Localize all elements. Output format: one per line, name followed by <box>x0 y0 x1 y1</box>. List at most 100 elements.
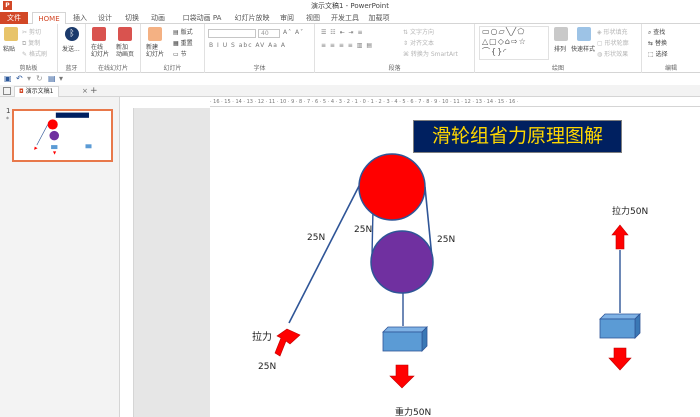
font-format-icons[interactable]: B I U S abc AV Aa A <box>209 42 286 49</box>
quick-styles-icon[interactable] <box>577 27 591 41</box>
slide-thumbnail[interactable] <box>12 109 113 162</box>
close-tab-icon[interactable]: × <box>82 85 88 97</box>
align-text-label: 对齐文本 <box>409 40 434 47</box>
layout-label: 版式 <box>180 29 193 36</box>
cut-icon: ✂ <box>22 29 28 36</box>
font-size-grow-shrink-icon[interactable]: A˄ A˅ <box>283 29 304 36</box>
paste-icon[interactable] <box>4 27 18 41</box>
tab-animations[interactable]: 动画 <box>148 12 168 24</box>
text-direction-button[interactable]: ⇅ 文字方向 <box>403 27 434 36</box>
customize-qat-icon[interactable]: ▾ <box>59 74 63 84</box>
find-label: 查找 <box>653 29 666 36</box>
replace-label: 替换 <box>654 40 667 47</box>
shape-effects-button[interactable]: ◍ 形状效果 <box>597 49 628 58</box>
redo-icon[interactable]: ↻ <box>36 74 43 84</box>
replace-button[interactable]: ⇆ 替换 <box>648 38 667 47</box>
section-label: 节 <box>180 51 187 58</box>
shape-outline-label: 形状轮廓 <box>604 40 629 47</box>
copy-label: 复制 <box>28 40 41 47</box>
paste-button[interactable]: 粘贴 <box>3 44 15 53</box>
font-group: 40 A˄ A˅ B I U S abc AV Aa A 字体 <box>205 24 315 73</box>
horizontal-ruler: · 16 · 15 · 14 · 13 · 12 · 11 · 10 · 9 ·… <box>210 97 700 107</box>
tab-review[interactable]: 审阅 <box>277 12 297 24</box>
powerpoint-window: P 演示文稿1 - PowerPoint 文件 HOME 插入 设计 切换 动画… <box>0 0 700 417</box>
online-slides-group-label: 在线幻灯片 <box>97 65 128 72</box>
editing-group: ⌕ 查找 ⇆ 替换 ⬚ 选择 编辑 <box>642 24 700 73</box>
slide-title[interactable]: 滑轮组省力原理图解 <box>413 120 622 153</box>
vertical-ruler <box>125 108 134 417</box>
cut-button[interactable]: ✂ 剪切 <box>22 27 41 36</box>
new-slide-button[interactable]: 新建 幻灯片 <box>146 44 164 58</box>
select-label: 选择 <box>655 51 668 58</box>
reset-label: 重置 <box>180 40 193 47</box>
replace-icon: ⇆ <box>648 40 654 47</box>
bluetooth-send-button[interactable]: 发送... <box>62 44 80 53</box>
font-group-label: 字体 <box>253 65 266 72</box>
pull-label[interactable]: 拉力 <box>252 328 272 343</box>
format-painter-label: 格式刷 <box>28 51 47 58</box>
ribbon-tabs: 文件 HOME 插入 设计 切换 动画 口袋动画 PA 幻灯片放映 审阅 视图 … <box>0 12 700 25</box>
alignment-icons[interactable]: ≡ ≡ ≡ ≡ ▥ ▤ <box>321 42 373 49</box>
section-button[interactable]: ▭ 节 <box>173 49 187 58</box>
shape-fill-button[interactable]: ◈ 形状填充 <box>597 27 628 36</box>
select-button[interactable]: ⬚ 选择 <box>648 49 668 58</box>
gravity-label[interactable]: 重力50N <box>395 405 431 417</box>
animation-page-icon[interactable] <box>118 27 132 41</box>
rope-middle-force-label[interactable]: 25N <box>354 225 372 235</box>
slide-canvas[interactable]: 滑轮组省力原理图解 25N 25N 25N 拉力 25N 重力50N 拉力50N <box>210 108 700 417</box>
tab-developer[interactable]: 开发工具 <box>329 12 361 24</box>
shape-effects-label: 形状效果 <box>604 51 629 58</box>
online-slides-icon[interactable] <box>92 27 106 41</box>
align-text-button[interactable]: ⇕ 对齐文本 <box>403 38 434 47</box>
quick-styles-button[interactable]: 快速样式 <box>571 44 595 53</box>
tab-pocket-animation[interactable]: 口袋动画 PA <box>176 12 228 24</box>
animation-page-button[interactable]: 新加 动画页 <box>116 44 134 58</box>
copy-button[interactable]: ⧉ 复制 <box>22 38 40 48</box>
section-icon: ▭ <box>173 51 179 58</box>
tab-view[interactable]: 视图 <box>303 12 323 24</box>
online-slides-button[interactable]: 在线 幻灯片 <box>91 44 109 58</box>
arrange-icon[interactable] <box>554 27 568 41</box>
pull-50-label[interactable]: 拉力50N <box>612 204 648 217</box>
quick-access-toolbar: ▣ ↶ ▾ ↻ ▤ ▾ <box>0 73 700 85</box>
rope-left <box>288 185 360 324</box>
bluetooth-icon[interactable]: ᛒ <box>65 27 79 41</box>
tab-addins[interactable]: 加载项 <box>366 12 392 24</box>
convert-smartart-button[interactable]: ⌘ 转换为 SmartArt <box>403 49 458 58</box>
layout-button[interactable]: ▤ 版式 <box>173 27 193 36</box>
tab-file[interactable]: 文件 <box>0 12 28 24</box>
document-tab-bar: ◘ 演示文稿1 × + <box>0 85 700 97</box>
reset-button[interactable]: ▦ 重置 <box>173 38 193 47</box>
font-size-combo[interactable]: 40 <box>258 29 280 38</box>
list-indent-icons[interactable]: ☰ ☷ ⇤ ⇥ ≡ <box>321 29 363 36</box>
new-tab-icon[interactable]: + <box>90 85 98 97</box>
format-painter-button[interactable]: ✎ 格式刷 <box>22 49 47 58</box>
start-slideshow-icon[interactable]: ▤ <box>48 74 56 84</box>
pull-arrow-left <box>274 328 301 357</box>
undo-icon[interactable]: ↶ <box>16 74 23 84</box>
save-icon[interactable]: ▣ <box>4 74 12 84</box>
document-tab[interactable]: ◘ 演示文稿1 <box>14 86 59 97</box>
new-slide-icon[interactable] <box>148 27 162 41</box>
rope-left-force-label[interactable]: 25N <box>307 233 325 243</box>
undo-dropdown-icon[interactable]: ▾ <box>27 74 31 84</box>
pull-value-label[interactable]: 25N <box>258 362 276 372</box>
rope-right-force-label[interactable]: 25N <box>437 235 455 245</box>
font-name-combo[interactable] <box>208 29 256 38</box>
tab-design[interactable]: 设计 <box>95 12 115 24</box>
gravity-arrow <box>389 364 415 389</box>
tab-transitions[interactable]: 切换 <box>122 12 142 24</box>
shape-fill-label: 形状填充 <box>603 29 628 36</box>
paragraph-group: ☰ ☷ ⇤ ⇥ ≡ ≡ ≡ ≡ ≡ ▥ ▤ ⇅ 文字方向 ⇕ 对齐文本 ⌘ 转换… <box>315 24 475 73</box>
find-button[interactable]: ⌕ 查找 <box>648 27 665 37</box>
tab-insert[interactable]: 插入 <box>70 12 90 24</box>
shape-outline-button[interactable]: ▢ 形状轮廓 <box>597 38 629 47</box>
pulley-diagram <box>274 153 641 389</box>
shapes-gallery[interactable]: ▭○▱╲╱⬠ △▢◇⌂⇨☆ ⌒{}◜ <box>479 26 549 60</box>
online-slides-group: 在线 幻灯片 新加 动画页 在线幻灯片 <box>86 24 141 73</box>
arrange-button[interactable]: 排列 <box>554 44 566 53</box>
slide-thumbnail-image <box>34 112 92 155</box>
ribbon: 粘贴 ✂ 剪切 ⧉ 复制 ✎ 格式刷 剪贴板 ᛒ 发送... 蓝牙 在线 幻灯片… <box>0 24 700 73</box>
format-painter-icon: ✎ <box>22 51 28 58</box>
tab-slideshow[interactable]: 幻灯片放映 <box>232 12 272 24</box>
